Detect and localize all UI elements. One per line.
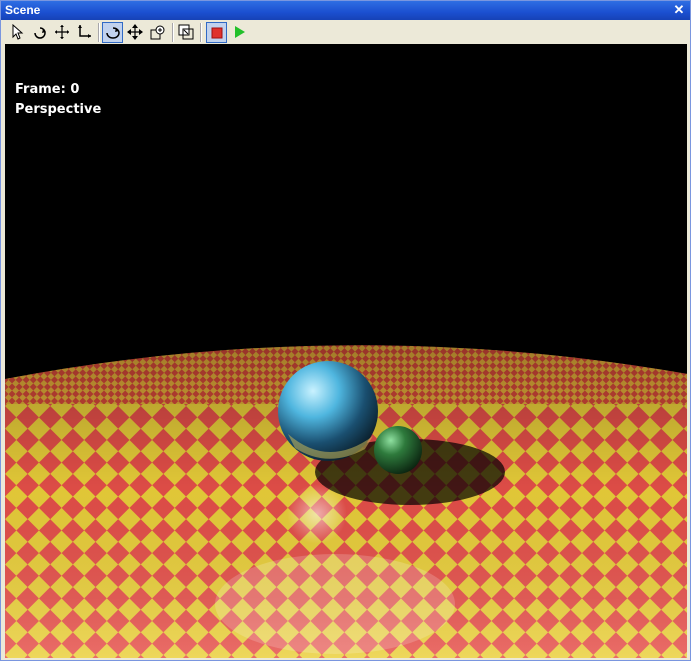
scene-window: Scene ✕ Frame: 0 Perspective: [0, 0, 691, 661]
move-tool-button[interactable]: [52, 22, 73, 43]
stop-button[interactable]: [206, 22, 227, 43]
select-tool-button[interactable]: [8, 22, 29, 43]
viewport-overlay: Frame: 0 Perspective: [15, 80, 101, 120]
fit-view-button[interactable]: [176, 22, 197, 43]
rotate-tool-button[interactable]: [30, 22, 51, 43]
stop-icon: [211, 27, 223, 39]
frame-counter: Frame: 0: [15, 82, 80, 97]
green-sphere: [374, 426, 422, 474]
toolbar: [3, 21, 689, 44]
zoom-tool-button[interactable]: [148, 22, 169, 43]
rotate-icon: [34, 27, 46, 39]
scale-icon: [78, 25, 91, 38]
toolbar-separator: [200, 23, 202, 42]
render-viewport[interactable]: Frame: 0 Perspective: [5, 44, 688, 658]
title-bar[interactable]: Scene ✕: [1, 1, 690, 20]
orbit-tool-button[interactable]: [102, 22, 123, 43]
window-title: Scene: [5, 3, 41, 17]
window-right-edge: [687, 44, 690, 658]
move-icon: [55, 25, 69, 39]
rendered-scene: [5, 44, 688, 658]
select-icon: [12, 24, 24, 40]
toolbar-separator: [172, 23, 174, 42]
pan-icon: [127, 24, 143, 40]
fit-view-icon: [178, 24, 194, 40]
play-icon: [235, 26, 245, 38]
close-button[interactable]: ✕: [672, 3, 686, 17]
play-button[interactable]: [229, 22, 250, 43]
zoom-icon: [150, 25, 165, 40]
pan-tool-button[interactable]: [125, 22, 146, 43]
toolbar-separator: [98, 23, 100, 42]
view-mode-label: Perspective: [15, 102, 102, 117]
scale-tool-button[interactable]: [74, 22, 95, 43]
floor-reflection: [287, 484, 347, 544]
orbit-icon: [106, 27, 120, 39]
